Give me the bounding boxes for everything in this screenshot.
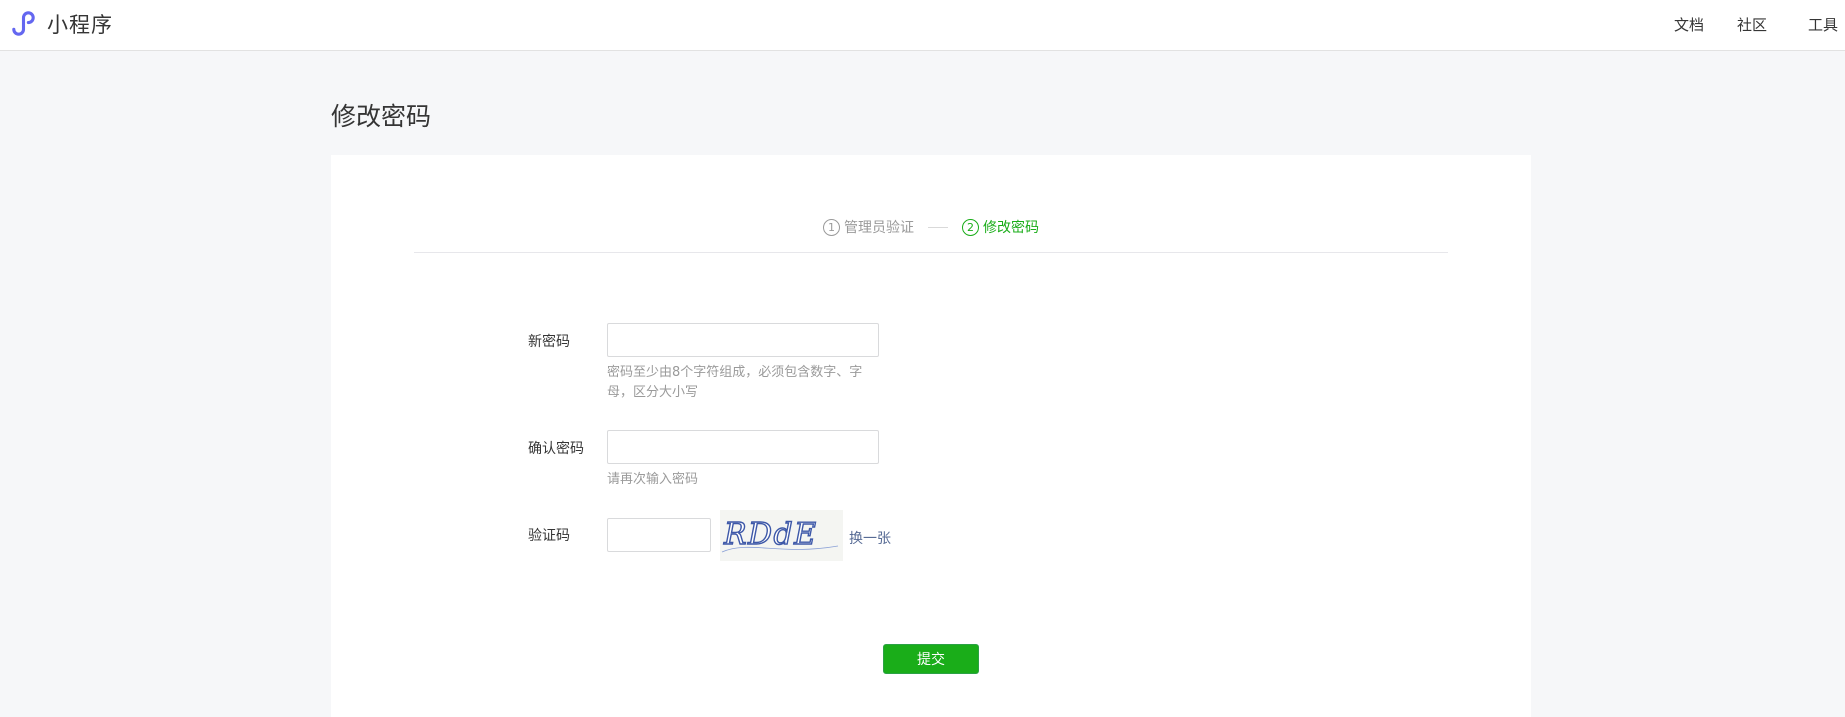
steps-divider — [414, 252, 1448, 253]
confirm-password-input[interactable] — [607, 430, 879, 464]
captcha-refresh-link[interactable]: 换一张 — [849, 528, 891, 548]
captcha-text: RDdE — [723, 517, 816, 552]
step-number: 1 — [823, 218, 840, 236]
captcha-image[interactable]: RDdE — [720, 510, 843, 561]
step-connector — [928, 226, 948, 228]
nav-docs[interactable]: 文档 — [1674, 14, 1704, 35]
form-card: 1 管理员验证 2 修改密码 新密码 密码至少由8个字符组成，必须包含数字、字母… — [331, 155, 1531, 717]
captcha-label: 验证码 — [528, 528, 570, 544]
submit-button[interactable]: 提交 — [883, 644, 979, 674]
new-password-input[interactable] — [607, 323, 879, 357]
confirm-password-hint: 请再次输入密码 — [607, 472, 699, 487]
captcha-input[interactable] — [607, 518, 711, 552]
brand[interactable]: 小程序 — [8, 8, 113, 39]
mini-program-logo-icon — [8, 8, 39, 39]
top-bar: 小程序 文档 社区 工具 — [0, 0, 1845, 51]
page-title: 修改密码 — [331, 102, 432, 131]
step-change-password: 2 修改密码 — [962, 217, 1039, 237]
step-indicator: 1 管理员验证 2 修改密码 — [331, 217, 1531, 237]
step-label: 修改密码 — [983, 220, 1039, 236]
confirm-password-label: 确认密码 — [528, 441, 584, 457]
step-label: 管理员验证 — [844, 220, 914, 236]
nav-community[interactable]: 社区 — [1737, 14, 1767, 35]
step-admin-verify: 1 管理员验证 — [823, 217, 914, 237]
new-password-hint: 密码至少由8个字符组成，必须包含数字、字母，区分大小写 — [607, 365, 863, 400]
new-password-label: 新密码 — [528, 334, 570, 350]
step-number: 2 — [962, 218, 979, 236]
nav-tools[interactable]: 工具 — [1808, 14, 1838, 35]
brand-name: 小程序 — [47, 12, 113, 37]
